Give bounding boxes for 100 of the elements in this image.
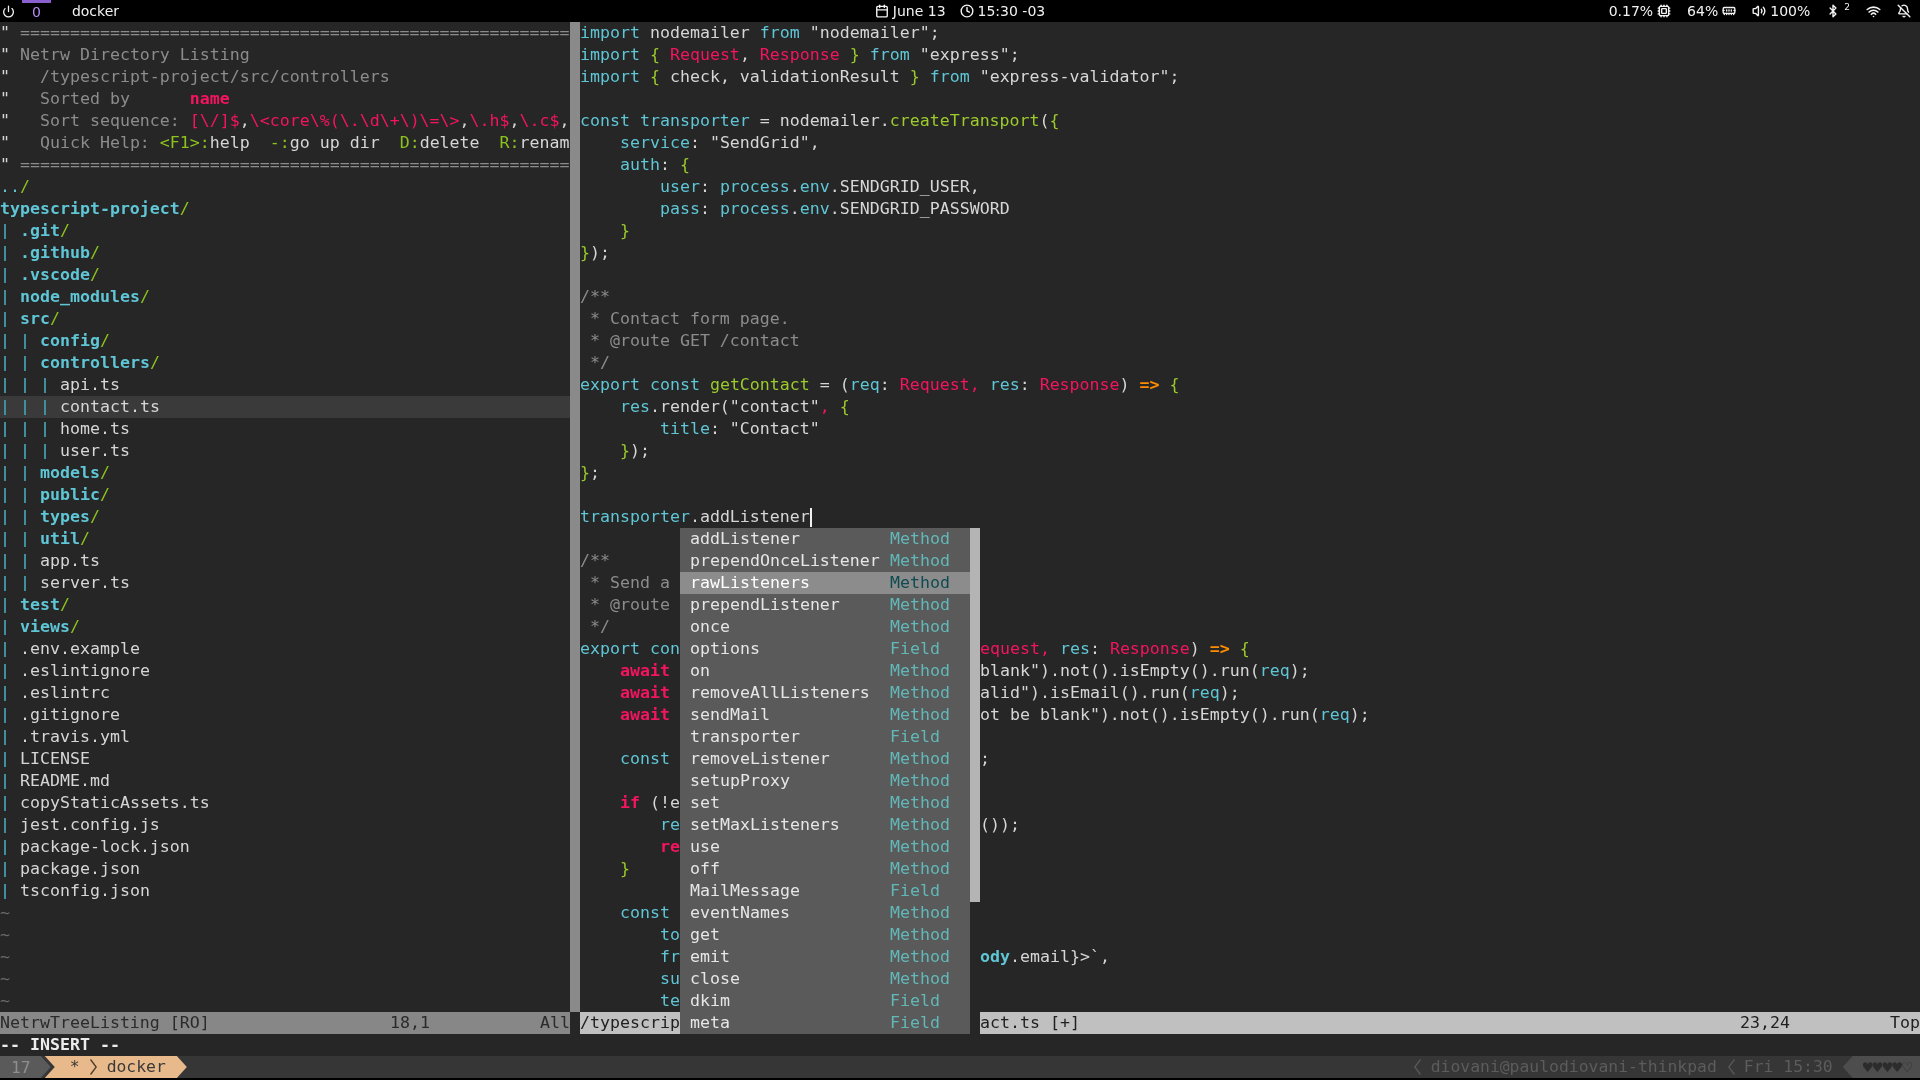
- wifi-icon[interactable]: [1866, 3, 1881, 19]
- tree-guide-line: [4, 553, 6, 569]
- completion-kind: Method: [890, 836, 950, 858]
- netrw-header-line: " /typescript-project/src/controllers: [0, 66, 390, 88]
- tmux-window-tab[interactable]: * docker: [44, 1056, 187, 1078]
- completion-label: off: [690, 858, 720, 880]
- completion-label: setMaxListeners: [690, 814, 840, 836]
- netrw-header-line: " Sorted by name: [0, 88, 230, 110]
- file-item[interactable]: README.md: [0, 770, 570, 792]
- cpu-chip-icon[interactable]: [1657, 4, 1672, 18]
- folder-item[interactable]: .vscode/: [0, 264, 570, 286]
- tree-guide-line: [4, 245, 6, 261]
- code-line: });: [580, 242, 610, 264]
- code-line: const: [618, 748, 670, 770]
- file-item[interactable]: contact.ts: [0, 396, 570, 418]
- tree-guide-line: [44, 399, 46, 415]
- completion-kind: Method: [890, 814, 950, 836]
- code-line: };: [580, 462, 600, 484]
- folder-item[interactable]: src/: [0, 308, 570, 330]
- file-item[interactable]: package-lock.json: [0, 836, 570, 858]
- folder-item[interactable]: .github/: [0, 242, 570, 264]
- file-item[interactable]: tsconfig.json: [0, 880, 570, 902]
- tree-guide-line: [24, 399, 26, 415]
- completion-label: transporter: [690, 726, 800, 748]
- completion-label: eventNames: [690, 902, 790, 924]
- tree-guide-line: [44, 443, 46, 459]
- tree-guide-line: [4, 267, 6, 283]
- file-item[interactable]: copyStaticAssets.ts: [0, 792, 570, 814]
- power-icon[interactable]: [2, 4, 15, 18]
- folder-item[interactable]: typescript-project/: [0, 198, 570, 220]
- netrw-header-line: " Netrw Directory Listing: [0, 44, 250, 66]
- completion-kind: Method: [890, 572, 950, 594]
- folder-item[interactable]: controllers/: [0, 352, 570, 374]
- code-line: import nodemailer from "nodemailer";: [580, 22, 940, 44]
- file-item[interactable]: LICENSE: [0, 748, 570, 770]
- folder-item[interactable]: ../: [0, 176, 570, 198]
- completion-kind: Field: [890, 638, 940, 660]
- empty-line-tilde: ~: [0, 968, 10, 990]
- file-item[interactable]: .env.example: [0, 638, 570, 660]
- folder-item[interactable]: node_modules/: [0, 286, 570, 308]
- scroll-position: Top: [1890, 1012, 1920, 1034]
- empty-line-tilde: ~: [0, 946, 10, 968]
- tree-guide-line: [24, 553, 26, 569]
- folder-item[interactable]: test/: [0, 594, 570, 616]
- folder-item[interactable]: models/: [0, 462, 570, 484]
- completion-label: MailMessage: [690, 880, 800, 902]
- notifications-off-icon[interactable]: [1897, 4, 1911, 18]
- tree-guide-line: [4, 685, 6, 701]
- file-item[interactable]: jest.config.js: [0, 814, 570, 836]
- file-item[interactable]: api.ts: [0, 374, 570, 396]
- scrollbar-thumb[interactable]: [970, 528, 980, 902]
- memory-icon[interactable]: [1722, 4, 1737, 18]
- file-item[interactable]: app.ts: [0, 550, 570, 572]
- code-line: const transporter = nodemailer.createTransport({: [580, 110, 1060, 132]
- completion-label: setupProxy: [690, 770, 790, 792]
- code-line: res.render("contact", {: [618, 396, 850, 418]
- completion-label: set: [690, 792, 720, 814]
- tree-guide-line: [24, 531, 26, 547]
- file-item[interactable]: package.json: [0, 858, 570, 880]
- file-item[interactable]: server.ts: [0, 572, 570, 594]
- folder-item[interactable]: types/: [0, 506, 570, 528]
- code-line: blank").not().isEmpty().run(req);: [980, 660, 1310, 682]
- tree-guide-line: [4, 223, 6, 239]
- file-item[interactable]: home.ts: [0, 418, 570, 440]
- tree-guide-line: [4, 421, 6, 437]
- folder-item[interactable]: config/: [0, 330, 570, 352]
- tree-guide-line: [4, 465, 6, 481]
- code-line: ot be blank").not().isEmpty().run(req);: [980, 704, 1370, 726]
- completion-label: prependOnceListener: [690, 550, 880, 572]
- folder-item[interactable]: public/: [0, 484, 570, 506]
- completion-label: once: [690, 616, 730, 638]
- file-item[interactable]: .travis.yml: [0, 726, 570, 748]
- code-line: }: [618, 858, 630, 880]
- tree-guide-line: [4, 377, 6, 393]
- folder-item[interactable]: views/: [0, 616, 570, 638]
- code-line: re: [658, 814, 680, 836]
- folder-item[interactable]: .git/: [0, 220, 570, 242]
- chevron-right-icon: [89, 1059, 97, 1075]
- empty-line-tilde: ~: [0, 924, 10, 946]
- code-line: const: [618, 902, 670, 924]
- file-item[interactable]: user.ts: [0, 440, 570, 462]
- completion-label: removeListener: [690, 748, 830, 770]
- folder-item[interactable]: util/: [0, 528, 570, 550]
- empty-line-tilde: ~: [0, 902, 10, 924]
- completion-kind: Method: [890, 924, 950, 946]
- calendar-icon: [874, 4, 889, 18]
- file-item[interactable]: .gitignore: [0, 704, 570, 726]
- volume-icon[interactable]: [1752, 4, 1767, 18]
- code-line: fr: [658, 946, 680, 968]
- file-item[interactable]: .eslintrc: [0, 682, 570, 704]
- tree-guide-line: [24, 333, 26, 349]
- file-item[interactable]: .eslintignore: [0, 660, 570, 682]
- completion-kind: Method: [890, 704, 950, 726]
- tree-guide-line: [4, 509, 6, 525]
- code-line: user: process.env.SENDGRID_USER,: [658, 176, 980, 198]
- tree-guide-line: [4, 861, 6, 877]
- code-line: });: [618, 440, 650, 462]
- tree-guide-line: [24, 509, 26, 525]
- completion-label: rawListeners: [690, 572, 810, 594]
- completion-label: on: [690, 660, 710, 682]
